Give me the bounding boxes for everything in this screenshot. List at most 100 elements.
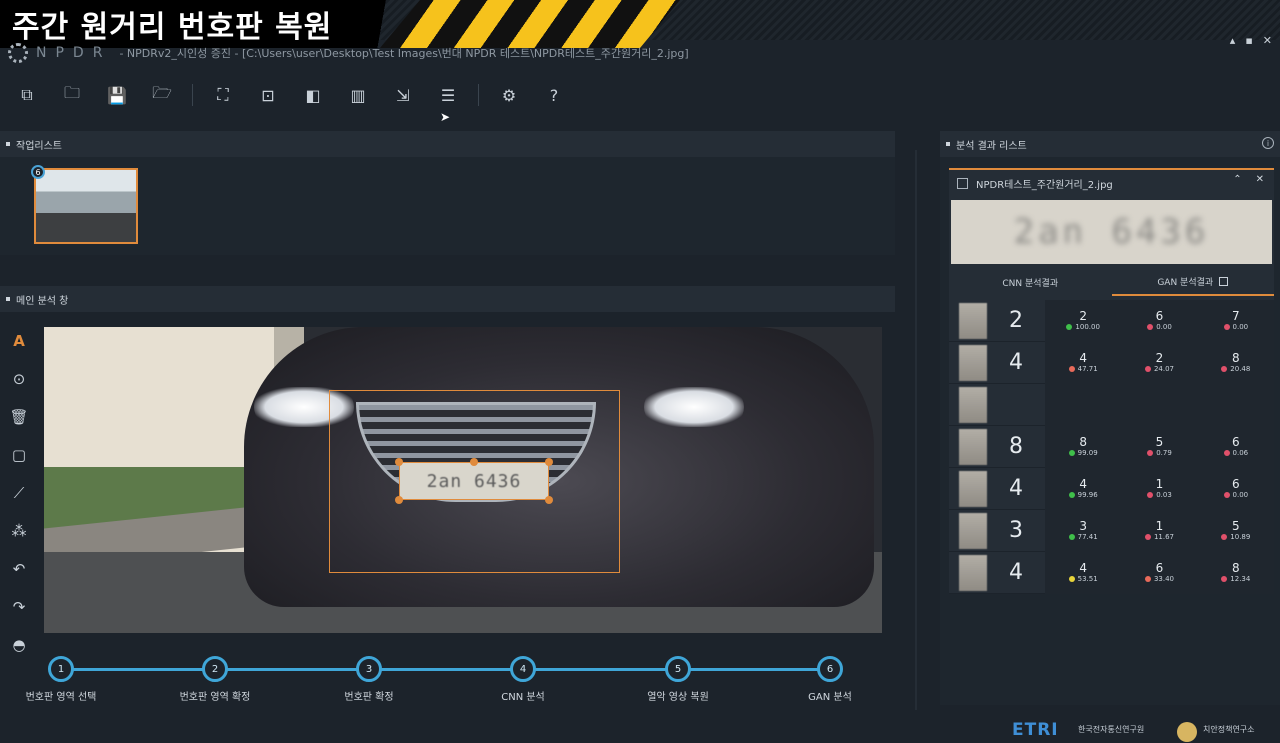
capture-button[interactable]: ⊙	[8, 368, 30, 390]
resize-handle[interactable]	[470, 458, 478, 466]
list-button[interactable]: ☰	[433, 82, 463, 108]
settings-button[interactable]: ⚙	[494, 82, 524, 108]
main-image-canvas[interactable]: 2an 6436	[44, 327, 882, 633]
candidate: 4 47.71	[1045, 342, 1121, 384]
bullet-icon	[6, 297, 10, 301]
result-row[interactable]: 4 4 53.51 6 33.40 8 12.34	[949, 551, 1274, 594]
resize-handle[interactable]	[545, 496, 553, 504]
export-button[interactable]: ⇲	[388, 82, 418, 108]
candidate-list: 3 77.41 1 11.67 5 10.89	[1045, 509, 1274, 552]
char-crop-thumbnail	[959, 554, 987, 591]
result-list-header: 분석 결과 리스트	[940, 131, 1280, 157]
confidence-dot-icon	[1144, 534, 1151, 540]
result-row[interactable]	[949, 383, 1274, 426]
char-crop-thumbnail	[959, 302, 987, 339]
step-4[interactable]: 4 CNN 분석	[453, 656, 593, 703]
candidate-list	[1045, 383, 1274, 426]
info-icon[interactable]: i	[1262, 137, 1274, 149]
step-2[interactable]: 2 번호판 영역 확정	[145, 656, 285, 703]
candidate-char: 7	[1232, 309, 1240, 323]
maximize-button[interactable]: ▪	[1245, 34, 1252, 47]
step-circle: 4	[510, 656, 536, 682]
chart-button[interactable]: ▥	[343, 82, 373, 108]
candidate: 5 0.79	[1121, 426, 1197, 468]
candidate: 6 0.06	[1198, 426, 1274, 468]
result-row[interactable]: 4 4 47.71 2 24.07 8 20.48	[949, 341, 1274, 384]
result-row[interactable]: 8 8 99.09 5 0.79 6 0.06	[949, 425, 1274, 468]
minimize-button[interactable]: ▴	[1230, 34, 1236, 47]
text-tool-icon: A	[13, 332, 25, 350]
step-1[interactable]: 1 번호판 영역 선택	[0, 656, 131, 703]
candidate-list: 4 99.96 1 0.03 6 0.00	[1045, 467, 1274, 510]
result-card-title: NPDR테스트_주간원거리_2.jpg	[949, 168, 1274, 196]
resize-handle[interactable]	[545, 458, 553, 466]
folder-icon: 🗀	[63, 82, 80, 102]
undo-icon: ↶	[12, 560, 26, 578]
app-header: NPDR - NPDRv2_시인성 증진 - [C:\Users\user\De…	[8, 42, 689, 64]
candidate-confidence: 0.00	[1147, 323, 1172, 331]
candidate-confidence: 47.71	[1068, 365, 1098, 373]
open-folder-button[interactable]: 🗁	[147, 82, 177, 108]
undo-button[interactable]: ↶	[8, 558, 30, 580]
confidence-value: 0.79	[1156, 449, 1172, 457]
help-icon: ?	[549, 85, 559, 105]
result-filename: NPDR테스트_주간원거리_2.jpg	[976, 179, 1113, 191]
new-folder-button[interactable]: 🗀	[57, 82, 87, 108]
candidate-char: 8	[1232, 561, 1240, 575]
step-circle: 6	[817, 656, 843, 682]
candidate-char: 5	[1155, 435, 1164, 449]
confidence-value: 77.41	[1077, 533, 1098, 541]
rectangle-button[interactable]: ▢	[8, 444, 30, 466]
tab-cnn-result[interactable]: CNN 분석결과	[949, 268, 1112, 296]
candidate-confidence: 99.09	[1068, 449, 1098, 457]
confidence-dot-icon	[1068, 366, 1075, 372]
candidate: 1 0.03	[1121, 468, 1197, 510]
points-button[interactable]: ⁂	[8, 520, 30, 542]
close-icon[interactable]: ✕	[1256, 174, 1264, 185]
help-button[interactable]: ?	[539, 82, 569, 108]
resize-handle[interactable]	[395, 458, 403, 466]
worklist-header: 작업리스트	[0, 131, 895, 157]
plate-crop-image: 2an 6436	[951, 200, 1272, 264]
collapse-icon[interactable]: ⌃	[1233, 174, 1241, 185]
step-6[interactable]: 6 GAN 분석	[760, 656, 900, 703]
text-tool-button[interactable]: A	[8, 330, 30, 352]
line-button[interactable]: ⟋	[8, 482, 30, 504]
result-checkbox[interactable]	[957, 177, 968, 189]
plate-selection-box[interactable]: 2an 6436	[399, 462, 549, 500]
crop-button[interactable]: ⛶	[208, 82, 238, 108]
delete-button[interactable]: 🗑	[8, 406, 30, 428]
close-button[interactable]: ✕	[1263, 34, 1272, 47]
confidence-value: 11.67	[1153, 533, 1175, 541]
external-link-icon[interactable]	[1219, 276, 1229, 286]
step-circle: 2	[202, 656, 228, 682]
step-5[interactable]: 5 열악 영상 복원	[608, 656, 748, 703]
result-row[interactable]: 2 2 100.00 6 0.00 7 0.00	[949, 299, 1274, 342]
police-emblem-icon	[1177, 722, 1197, 742]
copy-button[interactable]: ⧉	[12, 82, 42, 108]
confidence-value: 0.00	[1232, 491, 1249, 499]
result-row[interactable]: 3 3 77.41 1 11.67 5 10.89	[949, 509, 1274, 552]
panel-divider[interactable]	[915, 150, 917, 710]
chart-icon: ▥	[350, 85, 366, 105]
focus-button[interactable]: ⊡	[253, 82, 283, 108]
candidate: 2 24.07	[1121, 342, 1197, 384]
points-icon: ⁂	[11, 522, 27, 540]
candidate-char: 6	[1155, 309, 1164, 323]
image-compare-button[interactable]: ◧	[298, 82, 328, 108]
recognized-char: 4	[1009, 350, 1023, 375]
crop-icon: ⛶	[217, 85, 229, 104]
view-button[interactable]: ◓	[8, 634, 30, 656]
resize-handle[interactable]	[395, 496, 403, 504]
redo-button[interactable]: ↷	[8, 596, 30, 618]
worklist-thumbnail[interactable]: 6	[31, 165, 138, 244]
settings-icon: ⚙	[501, 85, 517, 105]
candidate-char: 6	[1232, 435, 1240, 449]
step-3[interactable]: 3 번호판 확정	[299, 656, 439, 703]
recognized-char: 4	[1009, 560, 1023, 585]
copy-icon: ⧉	[21, 85, 33, 104]
tab-gan-result[interactable]: GAN 분석결과	[1111, 268, 1274, 296]
result-row[interactable]: 4 4 99.96 1 0.03 6 0.00	[949, 467, 1274, 510]
confidence-value: 10.89	[1230, 533, 1251, 541]
save-button[interactable]: 💾	[102, 82, 132, 108]
